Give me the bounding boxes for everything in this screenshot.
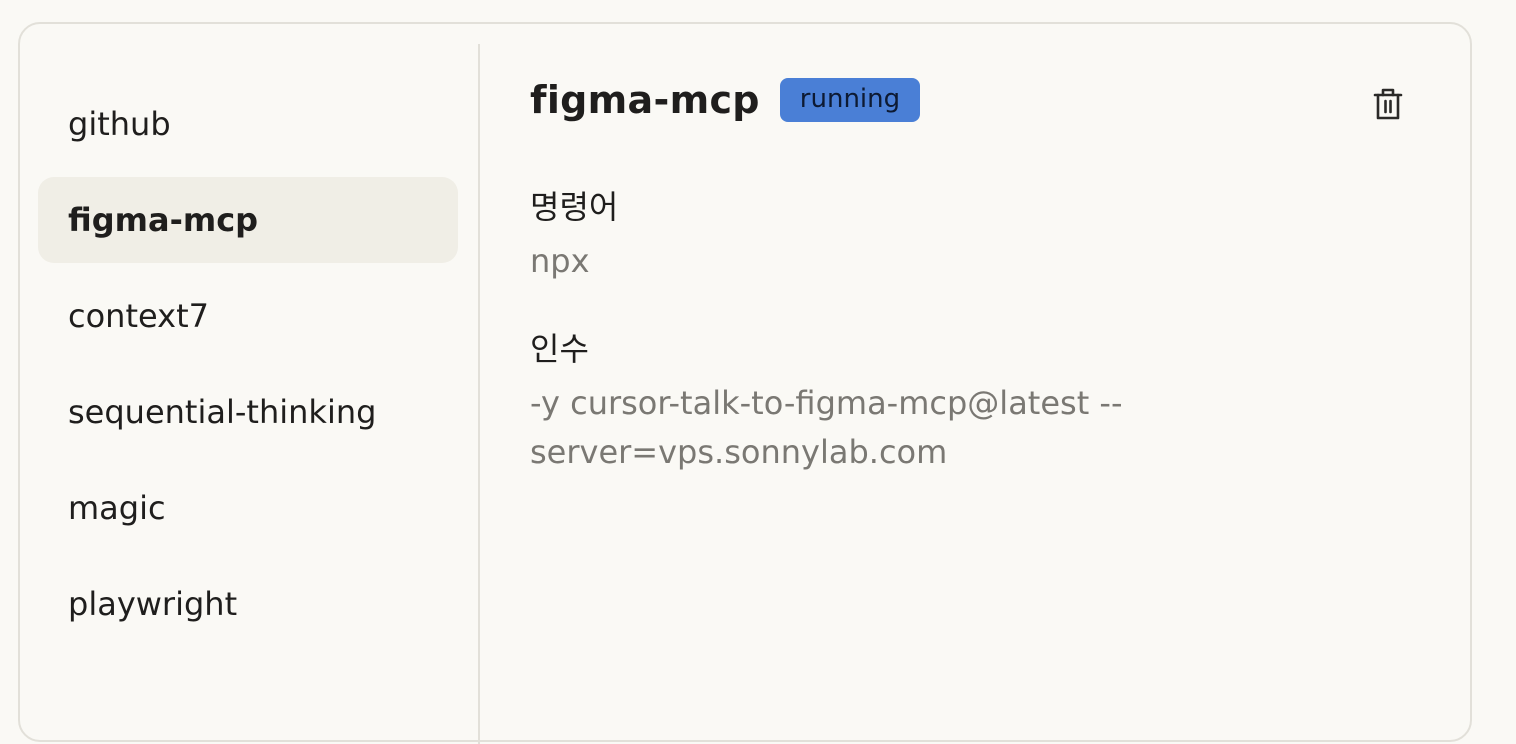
server-header: figma-mcp running [530, 78, 921, 122]
args-label: 인수 [530, 330, 589, 368]
server-list: github figma-mcp context7 sequential-thi… [20, 44, 480, 734]
command-label: 명령어 [530, 188, 619, 226]
server-detail: figma-mcp running 명령어 npx 인수 -y cursor-t… [530, 24, 1470, 740]
command-value: npx [530, 242, 590, 280]
args-value-line-2: server=vps.sonnylab.com [530, 433, 948, 471]
server-title: figma-mcp [530, 78, 760, 122]
delete-server-button[interactable] [1368, 82, 1408, 126]
server-item-magic[interactable]: magic [38, 465, 458, 551]
status-badge: running [779, 78, 921, 122]
server-item-figma-mcp[interactable]: figma-mcp [38, 177, 458, 263]
args-value-line-1: -y cursor-talk-to-figma-mcp@latest -- [530, 384, 1123, 422]
server-item-playwright[interactable]: playwright [38, 561, 458, 647]
mcp-servers-panel: github figma-mcp context7 sequential-thi… [18, 22, 1472, 744]
server-item-github[interactable]: github [38, 81, 458, 167]
server-item-context7[interactable]: context7 [38, 273, 458, 359]
panel-divider [478, 44, 480, 744]
server-item-sequential-thinking[interactable]: sequential-thinking [38, 369, 458, 455]
trash-icon [1373, 88, 1403, 120]
